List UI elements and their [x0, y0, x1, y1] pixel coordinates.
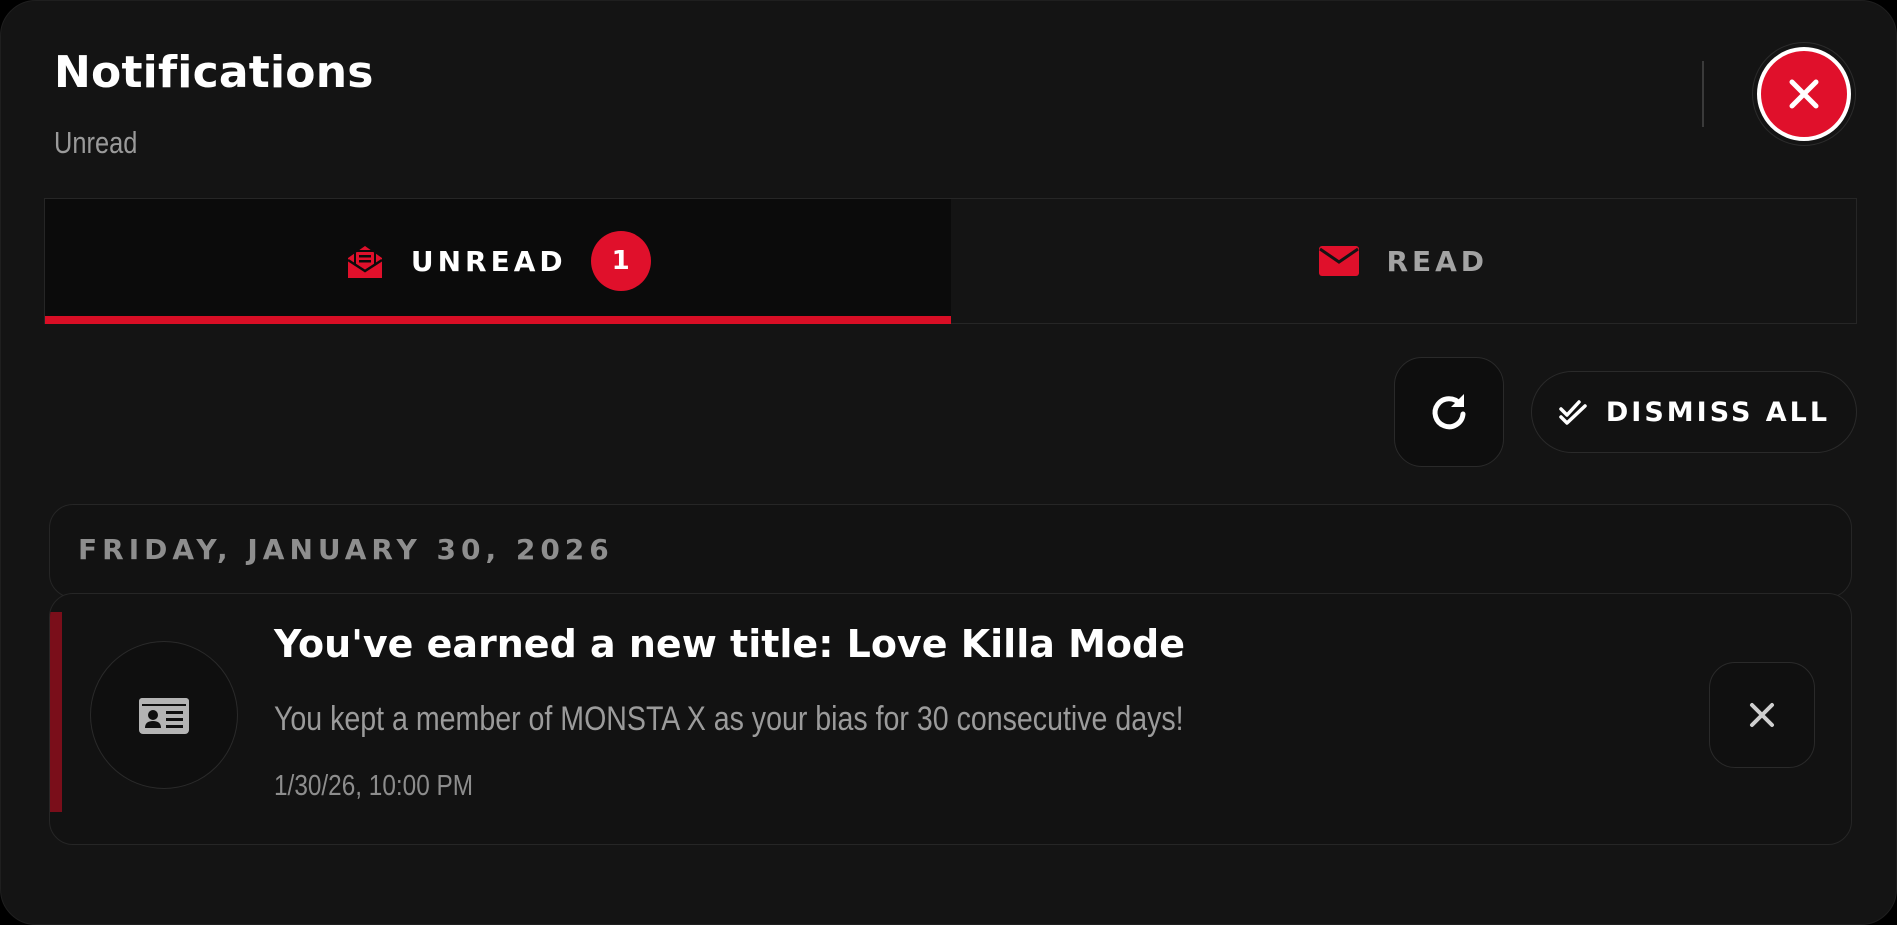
- tab-unread[interactable]: UNREAD 1: [45, 199, 951, 324]
- refresh-icon: [1432, 394, 1466, 430]
- notifications-modal: Notifications Unread UNREAD 1 READ DISMI…: [0, 0, 1897, 925]
- tab-read[interactable]: READ: [951, 199, 1857, 323]
- notification-timestamp: 1/30/26, 10:00 PM: [274, 770, 474, 802]
- notification-avatar: [90, 641, 238, 789]
- unread-indicator: [50, 612, 62, 812]
- date-group-header: FRIDAY, JANUARY 30, 2026: [49, 504, 1852, 598]
- tab-read-label: READ: [1386, 244, 1489, 278]
- page-title: Notifications: [54, 47, 374, 98]
- close-icon: [1789, 79, 1819, 109]
- dismiss-notification-button[interactable]: [1709, 662, 1815, 768]
- envelope-open-icon: [347, 246, 383, 278]
- notification-title: You've earned a new title: Love Killa Mo…: [274, 622, 1185, 666]
- close-icon: [1750, 703, 1774, 727]
- tab-unread-label: UNREAD: [410, 244, 567, 278]
- close-modal-button[interactable]: [1757, 47, 1851, 141]
- dismiss-all-label: DISMISS ALL: [1605, 396, 1831, 428]
- unread-count-badge: 1: [590, 231, 651, 291]
- notification-tabs: UNREAD 1 READ: [44, 198, 1857, 324]
- page-subtitle: Unread: [54, 125, 138, 160]
- notification-item[interactable]: You've earned a new title: Love Killa Mo…: [49, 593, 1852, 845]
- envelope-icon: [1319, 246, 1360, 276]
- dismiss-all-button[interactable]: DISMISS ALL: [1531, 371, 1857, 453]
- id-card-icon: [139, 698, 189, 734]
- notification-body: You kept a member of MONSTA X as your bi…: [274, 700, 1184, 738]
- refresh-button[interactable]: [1394, 357, 1504, 467]
- double-check-icon: [1559, 400, 1587, 425]
- date-group-label: FRIDAY, JANUARY 30, 2026: [78, 533, 614, 566]
- header-divider: [1702, 61, 1704, 127]
